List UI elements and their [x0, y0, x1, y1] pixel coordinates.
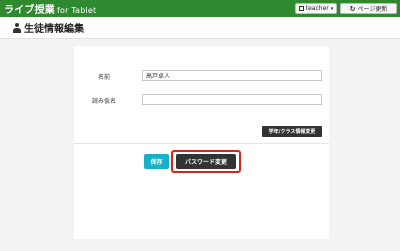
- kana-field[interactable]: [142, 94, 322, 105]
- person-icon: [13, 22, 21, 33]
- form-divider: [74, 143, 329, 144]
- app-brand-title: ライブ授業: [4, 5, 55, 16]
- app-brand-subtitle: for Tablet: [57, 6, 97, 15]
- kana-label: 読み仮名: [92, 98, 117, 105]
- save-button[interactable]: 保存: [144, 154, 169, 169]
- grade-class-change-button[interactable]: 学年/クラス情報変更: [262, 126, 322, 137]
- top-navbar: ライブ授業 for Tablet teacher ▾ ↻ ページ更新: [0, 0, 400, 17]
- change-password-button[interactable]: パスワード変更: [176, 154, 236, 169]
- reload-page-label: ページ更新: [357, 6, 388, 13]
- user-icon: [298, 6, 304, 11]
- page-header: 生徒情報編集: [0, 17, 400, 39]
- reload-page-button[interactable]: ↻ ページ更新: [340, 3, 397, 14]
- teacher-menu-label: teacher: [305, 5, 329, 12]
- student-edit-form: 名前 読み仮名 学年/クラス情報変更 保存 パスワード変更: [74, 46, 329, 239]
- app-brand[interactable]: ライブ授業 for Tablet: [4, 1, 96, 16]
- page-title: 生徒情報編集: [24, 24, 84, 35]
- refresh-icon: ↻: [349, 4, 356, 13]
- name-field[interactable]: [142, 70, 322, 81]
- name-label: 名前: [98, 74, 111, 81]
- chevron-down-icon: ▾: [330, 5, 334, 12]
- teacher-menu-button[interactable]: teacher ▾: [295, 3, 337, 14]
